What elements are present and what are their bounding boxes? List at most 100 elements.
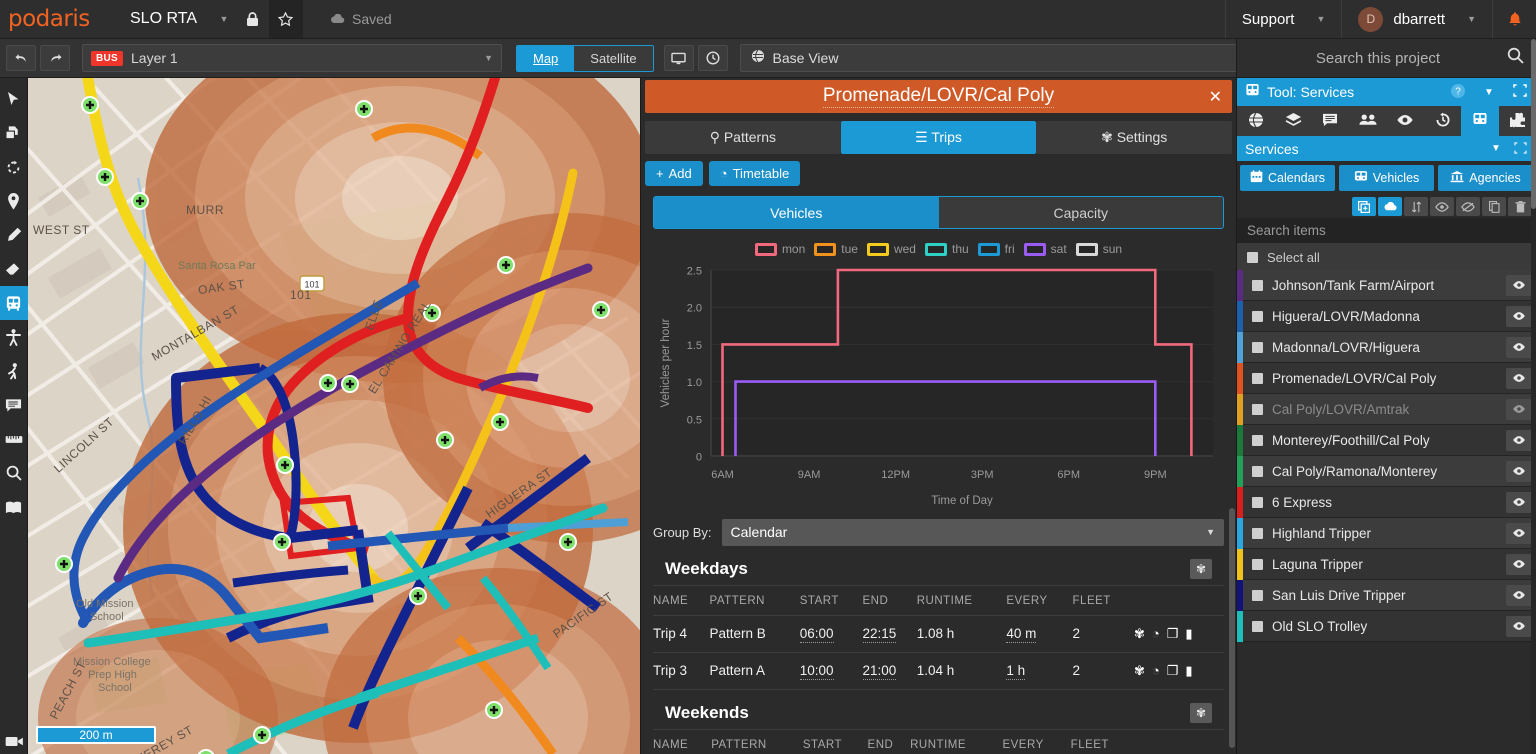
hide-icon[interactable] bbox=[1456, 197, 1480, 216]
eye-icon[interactable] bbox=[1506, 615, 1532, 637]
walk-tool[interactable] bbox=[0, 354, 28, 388]
item-checkbox[interactable] bbox=[1252, 403, 1263, 415]
legend-item-mon[interactable]: mon bbox=[754, 242, 805, 256]
legend-item-thu[interactable]: thu bbox=[924, 242, 969, 256]
item-checkbox[interactable] bbox=[1252, 341, 1263, 353]
trash-icon[interactable] bbox=[1508, 197, 1532, 216]
gear-icon[interactable]: ✾ bbox=[1134, 663, 1145, 679]
clock-icon[interactable]: ◔ bbox=[1152, 663, 1160, 679]
chip-agencies[interactable]: Agencies bbox=[1438, 165, 1533, 191]
tab-patterns[interactable]: ⚲ Patterns bbox=[645, 121, 841, 155]
column-header[interactable]: START bbox=[799, 585, 863, 616]
editable-value[interactable]: 1 h bbox=[1006, 663, 1026, 681]
item-checkbox[interactable] bbox=[1252, 434, 1263, 446]
column-header[interactable]: PATTERN bbox=[709, 585, 800, 616]
eye-icon[interactable] bbox=[1506, 553, 1532, 575]
table-row[interactable]: Trip 3 Pattern A 10:00 21:00 1.04 h1 h 2 ✾ ◔ ❐ ▮ bbox=[653, 652, 1224, 690]
monitor-icon[interactable] bbox=[663, 45, 694, 71]
star-icon[interactable] bbox=[268, 0, 303, 38]
editable-value[interactable]: 22:15 bbox=[862, 626, 897, 644]
editable-value[interactable]: 21:00 bbox=[862, 663, 897, 681]
trash-icon[interactable]: ▮ bbox=[1185, 663, 1192, 679]
eye-icon[interactable] bbox=[1506, 305, 1532, 327]
copy-icon[interactable]: ❐ bbox=[1167, 663, 1179, 679]
list-item[interactable]: Highland Tripper bbox=[1237, 517, 1536, 549]
column-header[interactable]: FLEET bbox=[1072, 585, 1134, 616]
popout-icon[interactable] bbox=[1508, 141, 1532, 157]
timetable-button[interactable]: ◔ Timetable bbox=[708, 161, 801, 187]
list-item[interactable]: Cal Poly/Ramona/Monterey bbox=[1237, 455, 1536, 487]
item-checkbox[interactable] bbox=[1252, 372, 1263, 384]
list-item[interactable]: Laguna Tripper bbox=[1237, 548, 1536, 580]
project-dropdown-caret[interactable]: ▼ bbox=[211, 0, 237, 38]
eye-icon[interactable] bbox=[1506, 336, 1532, 358]
column-header[interactable]: EVERY bbox=[1002, 729, 1071, 754]
group-by-select[interactable]: Calendar ▼ bbox=[721, 518, 1224, 546]
list-item[interactable]: Old SLO Trolley bbox=[1237, 610, 1536, 642]
list-item[interactable]: Higuera/LOVR/Madonna bbox=[1237, 300, 1536, 332]
tab-settings[interactable]: ✾ Settings bbox=[1036, 121, 1233, 155]
bell-icon[interactable] bbox=[1492, 0, 1536, 38]
section-settings-button[interactable]: ✾ bbox=[1190, 558, 1212, 579]
list-item[interactable]: Monterey/Foothill/Cal Poly bbox=[1237, 424, 1536, 456]
column-header[interactable]: END bbox=[867, 729, 911, 754]
scrollbar-thumb[interactable] bbox=[1531, 39, 1536, 209]
column-header[interactable]: RUNTIME bbox=[916, 585, 1007, 616]
eye-icon[interactable] bbox=[1506, 522, 1532, 544]
tab-trips[interactable]: ☰ Trips bbox=[840, 121, 1037, 155]
legend-item-wed[interactable]: wed bbox=[866, 242, 916, 256]
eye-icon[interactable] bbox=[1506, 460, 1532, 482]
search-icon[interactable] bbox=[1507, 47, 1524, 69]
legend-item-fri[interactable]: fri bbox=[977, 242, 1015, 256]
section-settings-button[interactable]: ✾ bbox=[1190, 702, 1212, 723]
clock-icon[interactable]: ◔ bbox=[1152, 626, 1160, 642]
satellite-toggle[interactable]: Satellite bbox=[574, 45, 653, 71]
eye-icon[interactable] bbox=[1506, 584, 1532, 606]
cell-start[interactable]: 10:00 bbox=[799, 652, 863, 690]
chip-vehicles[interactable]: Vehicles bbox=[1339, 165, 1434, 191]
legend-item-tue[interactable]: tue bbox=[814, 242, 858, 256]
measure-tool[interactable] bbox=[0, 422, 28, 456]
column-header[interactable]: PATTERN bbox=[711, 729, 803, 754]
popout-icon[interactable] bbox=[1508, 84, 1532, 100]
capacity-toggle[interactable]: Capacity bbox=[938, 197, 1223, 229]
tool-tab-history-icon[interactable] bbox=[1424, 106, 1461, 136]
editable-value[interactable]: 10:00 bbox=[799, 663, 834, 681]
cell-end[interactable]: 22:15 bbox=[862, 615, 917, 653]
app-logo[interactable]: podaris bbox=[0, 0, 100, 38]
list-item[interactable]: Cal Poly/LOVR/Amtrak bbox=[1237, 393, 1536, 425]
map-toggle[interactable]: Map bbox=[517, 45, 575, 71]
item-checkbox[interactable] bbox=[1252, 620, 1263, 632]
item-checkbox[interactable] bbox=[1252, 558, 1263, 570]
copy-icon[interactable] bbox=[1482, 197, 1506, 216]
item-checkbox[interactable] bbox=[1252, 496, 1263, 508]
list-item[interactable]: Johnson/Tank Farm/Airport bbox=[1237, 270, 1536, 301]
search-items-field[interactable]: Search items bbox=[1237, 218, 1536, 244]
search-tool[interactable] bbox=[0, 456, 28, 490]
panel-scrollbar[interactable] bbox=[1229, 508, 1235, 748]
eye-icon[interactable] bbox=[1506, 491, 1532, 513]
trash-icon[interactable]: ▮ bbox=[1185, 626, 1192, 642]
video-tool[interactable] bbox=[0, 735, 28, 748]
cell-every[interactable]: 1 h bbox=[1006, 652, 1073, 690]
list-item[interactable]: Madonna/LOVR/Higuera bbox=[1237, 331, 1536, 363]
column-header[interactable]: NAME bbox=[653, 585, 710, 616]
sidebar-scrollbar[interactable] bbox=[1531, 39, 1536, 754]
item-checkbox[interactable] bbox=[1252, 310, 1263, 322]
select-all-checkbox[interactable] bbox=[1247, 251, 1258, 263]
vehicles-toggle[interactable]: Vehicles bbox=[654, 197, 939, 229]
tool-tab-globe-icon[interactable] bbox=[1237, 106, 1274, 136]
eye-icon[interactable] bbox=[1506, 274, 1532, 296]
eye-icon[interactable] bbox=[1506, 398, 1532, 420]
eye-icon[interactable] bbox=[1506, 429, 1532, 451]
list-item[interactable]: Promenade/LOVR/Cal Poly bbox=[1237, 362, 1536, 394]
column-header[interactable]: FLEET bbox=[1070, 729, 1134, 754]
undo-icon[interactable] bbox=[6, 45, 36, 71]
chip-calendars[interactable]: Calendars bbox=[1240, 165, 1335, 191]
close-icon[interactable]: ✕ bbox=[1209, 87, 1222, 107]
gear-icon[interactable]: ✾ bbox=[1134, 626, 1145, 642]
legend-item-sun[interactable]: sun bbox=[1075, 242, 1122, 256]
column-header[interactable]: END bbox=[862, 585, 917, 616]
select-all-row[interactable]: Select all bbox=[1237, 244, 1536, 270]
search-input[interactable] bbox=[1249, 49, 1507, 67]
